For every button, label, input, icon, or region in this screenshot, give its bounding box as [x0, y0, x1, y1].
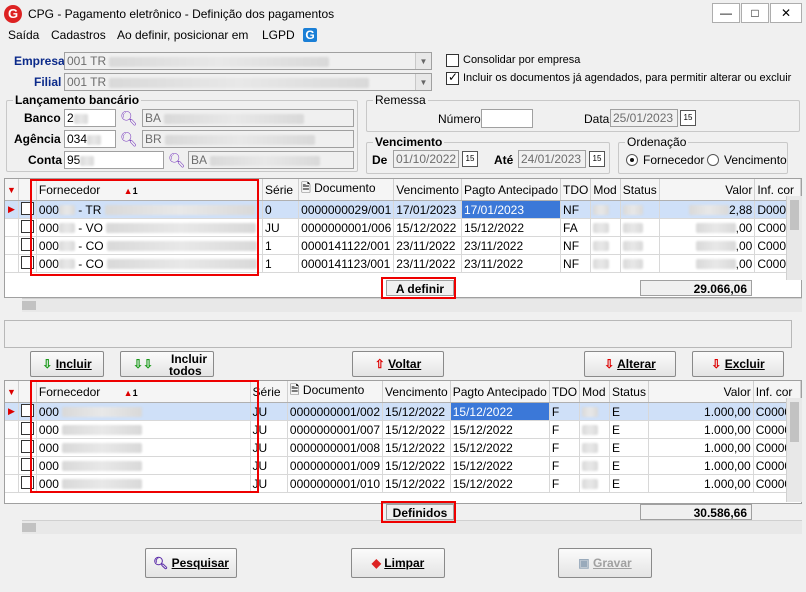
search-icon[interactable]: 🔍︎: [120, 131, 138, 147]
highlight-definidos: [381, 501, 456, 523]
col-serie[interactable]: Série: [262, 179, 300, 201]
alterar-button[interactable]: ⇩ Alterar: [584, 351, 676, 377]
banco-input[interactable]: 2: [64, 109, 116, 127]
col-tdo[interactable]: TDO: [549, 381, 581, 403]
calendar-icon[interactable]: 15: [589, 151, 605, 167]
chevron-down-icon: ▼: [415, 74, 431, 90]
calendar-icon[interactable]: 15: [680, 110, 696, 126]
vencimento-title: Vencimento: [373, 135, 445, 149]
menu-bar: Saída Cadastros Ao definir, posicionar e…: [0, 28, 806, 46]
ate-label: Até: [494, 153, 514, 167]
col-status[interactable]: Status: [620, 179, 660, 201]
highlight-fornecedor-bottom: [30, 380, 259, 493]
filial-label: Filial: [34, 75, 62, 89]
arrow-down-icon: ⇩: [711, 357, 722, 371]
consolidar-checkbox[interactable]: [446, 54, 459, 70]
app-logo-icon: G: [4, 5, 22, 23]
filial-select[interactable]: 001 TR ▼: [64, 73, 432, 91]
double-arrow-down-icon: ⇩⇩: [133, 357, 154, 371]
col-vencimento[interactable]: Vencimento: [382, 381, 451, 403]
col-vencimento[interactable]: Vencimento: [393, 179, 462, 201]
empresa-select[interactable]: 001 TR ▼: [64, 52, 432, 70]
row-pointer-icon: ▶: [5, 200, 19, 219]
excluir-button[interactable]: ⇩ Excluir: [692, 351, 784, 377]
numero-label: Número: [438, 112, 481, 126]
agencia-desc: BR: [142, 130, 354, 148]
col-mod[interactable]: Mod: [590, 179, 621, 201]
voltar-button[interactable]: ⇧ Voltar: [352, 351, 444, 377]
de-label: De: [372, 153, 388, 167]
data-label: Data: [584, 112, 610, 126]
col-valor[interactable]: Valor: [648, 381, 754, 403]
close-button[interactable]: ✕: [770, 3, 802, 23]
empresa-label: Empresa: [14, 54, 65, 68]
window-title: CPG - Pagamento eletrônico - Definição d…: [28, 7, 335, 21]
lancamento-title: Lançamento bancário: [13, 93, 142, 107]
gravar-button[interactable]: ▣ Gravar: [558, 548, 652, 578]
conta-label: Conta: [28, 153, 62, 167]
vencimento-de-input[interactable]: 01/10/2022: [393, 150, 459, 168]
grid-a-definir-hscroll[interactable]: [22, 298, 802, 312]
calendar-icon[interactable]: 15: [462, 151, 478, 167]
search-icon[interactable]: 🔍︎: [168, 152, 186, 168]
col-valor[interactable]: Valor: [659, 179, 756, 201]
ordenacao-fornecedor-radio[interactable]: [626, 154, 638, 169]
remessa-group: Remessa: [366, 93, 800, 132]
grid-definidos-vscroll[interactable]: [786, 398, 802, 502]
row-pointer-icon: ▶: [5, 402, 19, 421]
col-tdo[interactable]: TDO: [560, 179, 592, 201]
numero-input[interactable]: [481, 109, 533, 128]
menu-posicionar[interactable]: Ao definir, posicionar em: [117, 28, 248, 42]
col-pagto[interactable]: Pagto Antecipado: [450, 381, 550, 403]
message-panel: [4, 320, 792, 348]
col-pagto[interactable]: Pagto Antecipado: [461, 179, 562, 201]
conta-input[interactable]: 95: [64, 151, 164, 169]
grid-a-definir-vscroll[interactable]: [786, 196, 802, 280]
remessa-title: Remessa: [373, 93, 428, 107]
eraser-icon: ◆: [371, 556, 381, 570]
arrow-down-icon: ⇩: [604, 357, 615, 371]
vencimento-ate-input[interactable]: 24/01/2023: [518, 150, 586, 168]
ordenacao-vencimento-label: Vencimento: [724, 153, 787, 167]
data-input[interactable]: 25/01/2023: [610, 109, 678, 127]
menu-lgpd[interactable]: LGPD: [262, 28, 295, 42]
pesquisar-button[interactable]: 🔍︎ Pesquisar: [145, 548, 237, 578]
title-bar: G CPG - Pagamento eletrônico - Definição…: [0, 0, 806, 28]
incluir-agendados-checkbox[interactable]: [446, 70, 459, 88]
save-icon: ▣: [578, 556, 590, 570]
sort-indicator-icon[interactable]: ▼: [5, 381, 19, 403]
maximize-button[interactable]: □: [741, 3, 769, 23]
highlight-a-definir: [381, 277, 456, 299]
search-icon[interactable]: 🔍︎: [120, 110, 138, 126]
col-documento[interactable]: 🗎 Documento: [287, 381, 384, 403]
ordenacao-fornecedor-label: Fornecedor: [643, 153, 705, 167]
incluir-todos-button[interactable]: ⇩⇩ Incluir todos: [120, 351, 214, 377]
banco-desc: BA: [142, 109, 354, 127]
incluir-button[interactable]: ⇩ Incluir: [30, 351, 104, 377]
conta-desc: BA: [188, 151, 354, 169]
banco-label: Banco: [24, 111, 61, 125]
consolidar-label: Consolidar por empresa: [463, 54, 581, 66]
minimize-button[interactable]: —: [712, 3, 740, 23]
col-mod[interactable]: Mod: [579, 381, 610, 403]
a-definir-total: 29.066,06: [640, 280, 752, 296]
chevron-down-icon: ▼: [415, 53, 431, 69]
agencia-input[interactable]: 034: [64, 130, 116, 148]
ordenacao-vencimento-radio[interactable]: [707, 154, 719, 169]
definidos-total: 30.586,66: [640, 504, 752, 520]
highlight-fornecedor-top: [30, 179, 259, 276]
incluir-agendados-label: Incluir os documentos já agendados, para…: [463, 72, 792, 84]
menu-saida[interactable]: Saída: [8, 28, 39, 42]
search-icon: 🔍︎: [153, 556, 169, 570]
limpar-button[interactable]: ◆ Limpar: [351, 548, 445, 578]
ordenacao-title: Ordenação: [625, 135, 689, 149]
agencia-label: Agência: [14, 132, 61, 146]
sort-indicator-icon[interactable]: ▼: [5, 179, 19, 201]
menu-cadastros[interactable]: Cadastros: [51, 28, 106, 42]
col-status[interactable]: Status: [609, 381, 649, 403]
arrow-down-icon: ⇩: [42, 357, 53, 371]
col-documento[interactable]: 🗎 Documento: [298, 179, 395, 201]
arrow-up-icon: ⇧: [374, 357, 385, 371]
